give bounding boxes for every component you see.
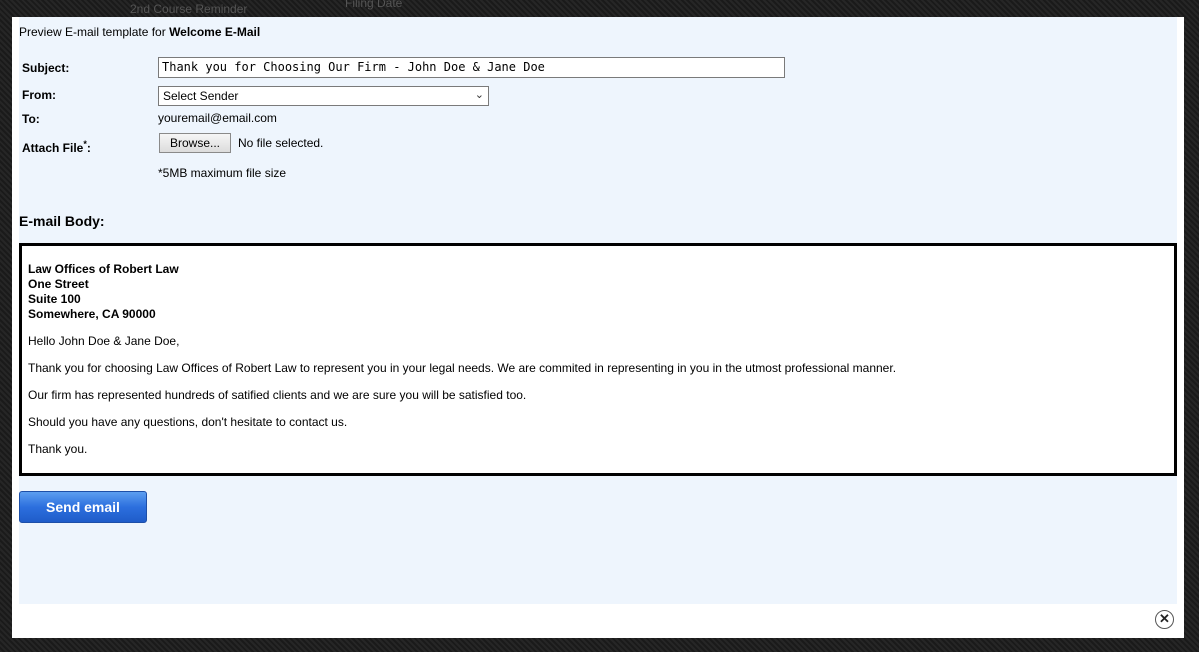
browse-button[interactable]: Browse... [159, 133, 231, 153]
send-email-button[interactable]: Send email [19, 491, 147, 523]
firm-address: Law Offices of Robert Law One Street Sui… [28, 262, 1168, 322]
to-label: To: [22, 112, 40, 126]
preview-prefix: Preview E-mail template for [19, 25, 166, 39]
address-line: Law Offices of Robert Law [28, 262, 179, 276]
close-icon[interactable]: ✕ [1155, 610, 1174, 629]
email-body[interactable]: Law Offices of Robert Law One Street Sui… [19, 243, 1177, 476]
from-label: From: [22, 88, 56, 102]
body-paragraph: Our firm has represented hundreds of sat… [28, 388, 527, 402]
attach-file-colon: : [86, 141, 91, 155]
no-file-text: No file selected. [238, 136, 324, 150]
attach-file-label-text: Attach File [22, 141, 84, 155]
address-line: Suite 100 [28, 292, 81, 306]
modal-content: Preview E-mail template for Welcome E-Ma… [19, 17, 1177, 604]
email-body-heading: E-mail Body: [19, 213, 105, 229]
template-name: Welcome E-Mail [169, 25, 261, 39]
address-line: Somewhere, CA 90000 [28, 307, 156, 321]
email-preview-modal: Preview E-mail template for Welcome E-Ma… [12, 17, 1184, 638]
to-value: youremail@email.com [158, 111, 277, 125]
background-text-left: 2nd Course Reminder [130, 2, 248, 16]
attach-file-label: Attach File*: [22, 139, 91, 155]
body-paragraph: Thank you for choosing Law Offices of Ro… [28, 361, 897, 375]
preview-header: Preview E-mail template for Welcome E-Ma… [19, 25, 260, 39]
body-paragraph: Thank you. [28, 442, 88, 456]
sender-select[interactable]: Select Sender ⌄ [158, 86, 489, 106]
background-text-right: Filing Date [345, 0, 403, 10]
body-paragraph: Should you have any questions, don't hes… [28, 415, 348, 429]
subject-label: Subject: [22, 61, 70, 75]
body-paragraph: Hello John Doe & Jane Doe, [28, 334, 180, 348]
address-line: One Street [28, 277, 89, 291]
chevron-down-icon: ⌄ [474, 89, 484, 101]
sender-select-value: Select Sender [163, 89, 239, 103]
subject-input[interactable]: Thank you for Choosing Our Firm - John D… [158, 57, 785, 78]
file-size-note: *5MB maximum file size [158, 166, 287, 180]
